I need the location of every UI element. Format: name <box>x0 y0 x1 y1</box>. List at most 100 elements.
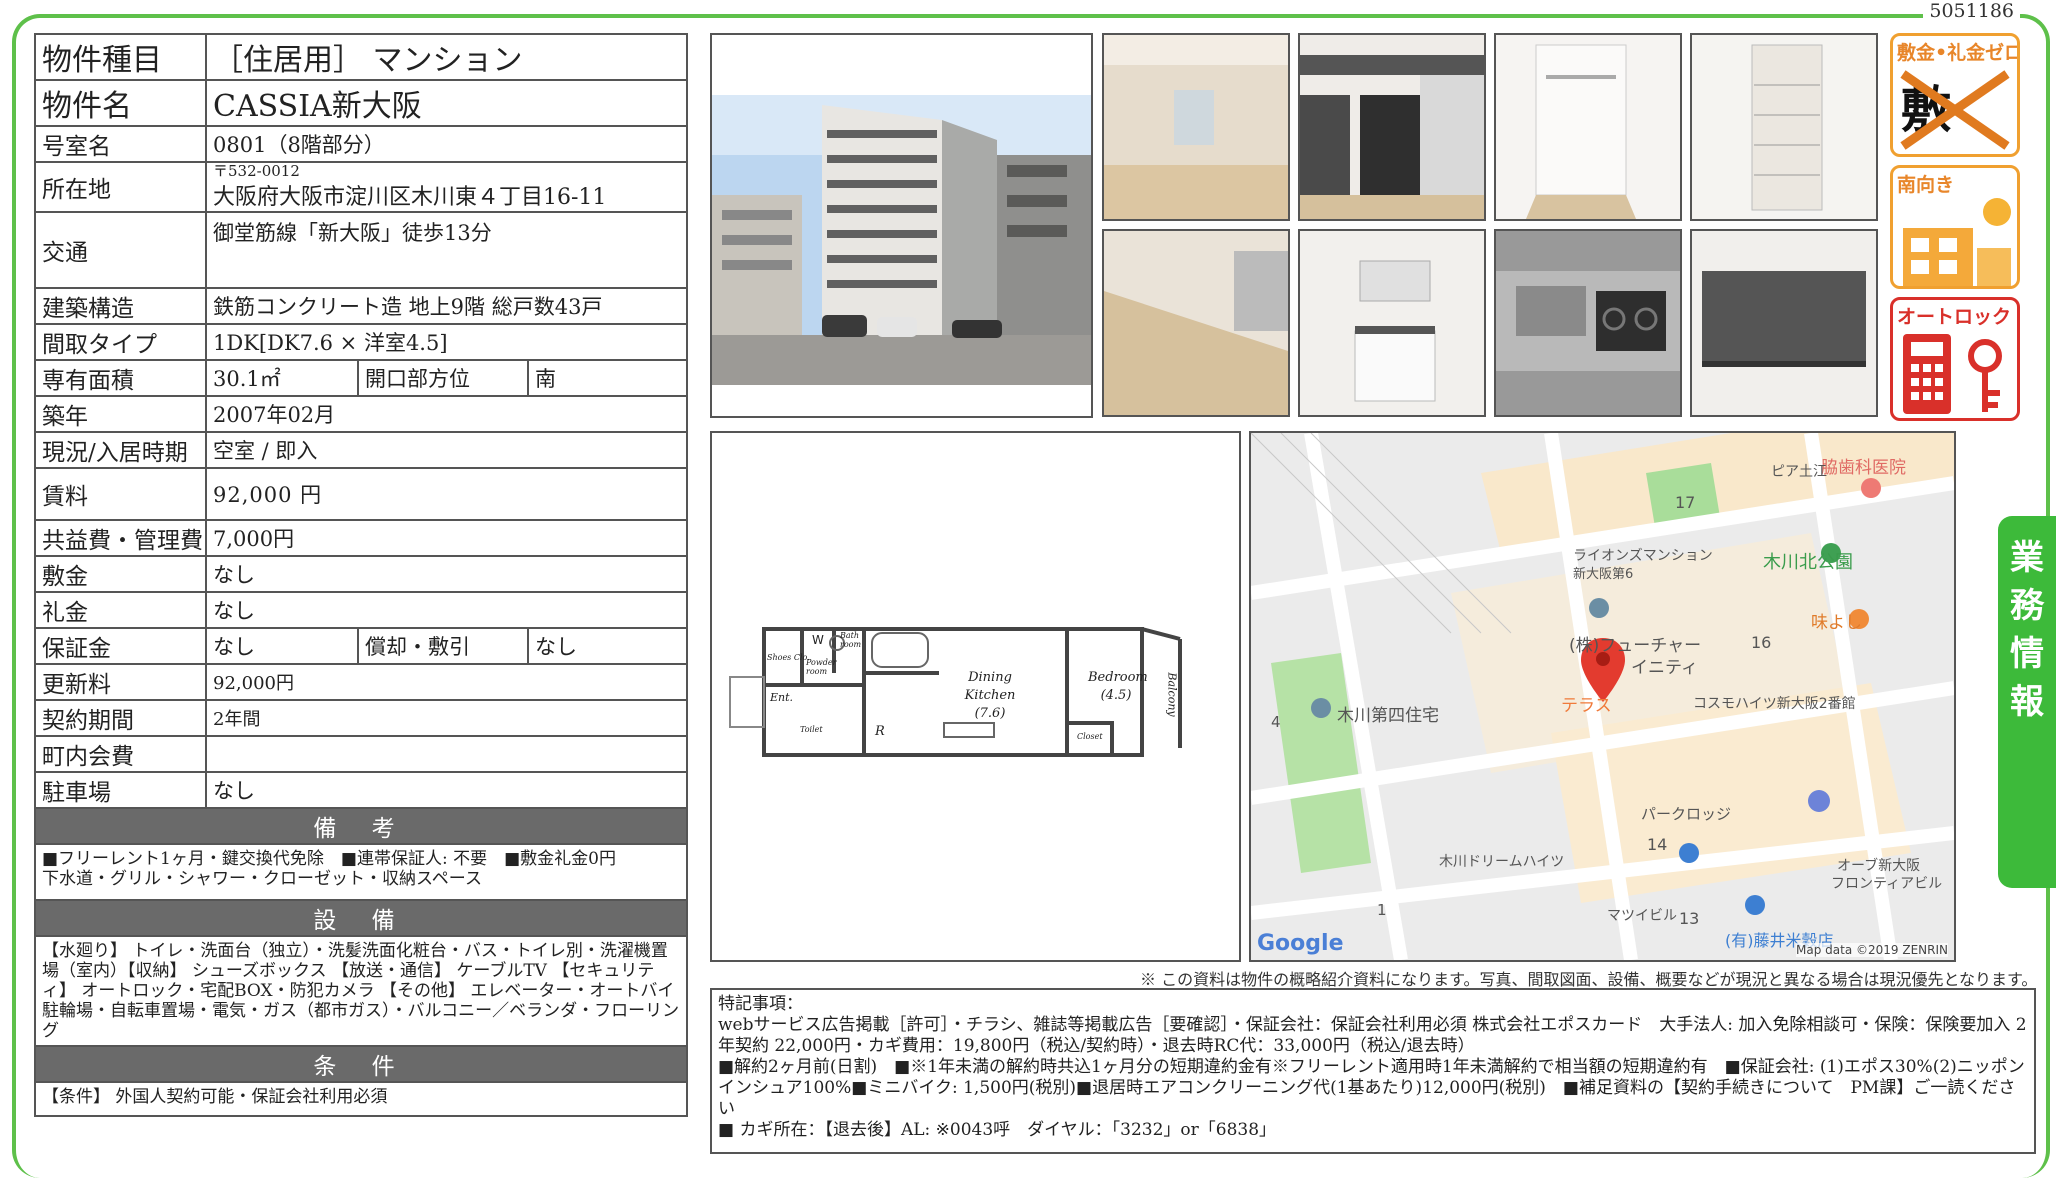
interior-photo-kitchen <box>1298 33 1486 221</box>
fee-label: 共益費・管理費 <box>34 519 207 557</box>
deposit-value: なし <box>204 555 689 593</box>
map-label-frontier: フロンティアビル <box>1831 876 1943 892</box>
rent-value: 92,000 円 <box>204 467 689 521</box>
floorplan-balcony: Balcony <box>1165 672 1179 717</box>
key-money-label: 礼金 <box>34 591 207 629</box>
floorplan-toilet: Toilet <box>800 725 823 734</box>
guarantee-value: なし <box>205 627 359 665</box>
type-value: ［住居用］ マンション <box>204 33 689 81</box>
name-label: 物件名 <box>34 79 207 127</box>
location-map[interactable]: 脇歯科医院 ピア土江 17 ライオンズマンション 新大阪第6 木川北公園 味よし… <box>1249 431 1956 962</box>
conditions-header: 条 件 <box>33 1045 689 1083</box>
badge-auto-lock: オートロック <box>1890 297 2020 421</box>
map-label-dreamheights: 木川ドリームハイツ <box>1439 854 1565 870</box>
amortization-label: 償却・敷引 <box>357 627 529 665</box>
layout-value: 1DK[DK7.6 × 洋室4.5] <box>204 323 689 361</box>
fee-value: 7,000円 <box>204 519 689 557</box>
map-label-13: 13 <box>1679 909 1700 928</box>
direction-value: 南 <box>526 359 689 397</box>
floorplan-ent: Ent. <box>770 691 794 704</box>
term-value: 2年間 <box>204 699 689 737</box>
special-notes-title: 特記事項： <box>718 994 803 1014</box>
status-label: 現況/入居時期 <box>34 431 207 469</box>
interior-photo-closet <box>1494 33 1682 221</box>
map-label-park: 木川北公園 <box>1763 552 1853 573</box>
tab-char-4: 報 <box>2010 682 2044 722</box>
floor-plan: W Bath room Powder room Shoes Clo. Ent. … <box>710 431 1241 962</box>
tab-char-1: 業 <box>2010 538 2044 578</box>
remarks-header: 備 考 <box>33 807 689 845</box>
disclaimer-notice: ※ この資料は物件の概略紹介資料になります。写真、間取図面、設備、概要などが現況… <box>1140 970 2038 989</box>
map-label-lions: ライオンズマンション <box>1573 548 1713 564</box>
map-attribution: Map data ©2019 ZENRIN <box>1796 943 1948 957</box>
room-label: 号室名 <box>34 125 207 163</box>
map-label-4: 4 <box>1271 713 1281 731</box>
floorplan-shoes: Shoes Clo. <box>767 653 810 662</box>
google-logo: Google <box>1257 931 1344 956</box>
special-notes-line-2: ■解約2ヶ月前(日割) ■※1年未満の解約時共込1ヶ月分の短期違約金有※フリーレ… <box>718 1057 2025 1119</box>
town-fee-label: 町内会費 <box>34 735 207 773</box>
structure-value: 鉄筋コンクリート造 地上9階 総戸数43戸 <box>204 287 689 325</box>
special-notes-line-1: webサービス広告掲載［許可］・チラシ、雑誌等掲載広告［要確認］・保証会社：保証… <box>718 1015 2027 1056</box>
area-label: 専有面積 <box>34 359 207 397</box>
key-money-value: なし <box>204 591 689 629</box>
map-label-dental: 脇歯科医院 <box>1821 458 1906 478</box>
interior-photo-kitchen-wide <box>1298 229 1486 417</box>
map-label-orb: オーブ新大阪 <box>1837 858 1921 874</box>
tab-char-3: 情 <box>2010 634 2044 674</box>
building-photo <box>710 33 1093 418</box>
structure-label: 建築構造 <box>34 287 207 325</box>
map-label-terrace: テラス <box>1561 696 1612 716</box>
map-label-16: 16 <box>1751 633 1772 652</box>
interior-photo-stove <box>1494 229 1682 417</box>
rent-label: 賃料 <box>34 467 207 521</box>
direction-label: 開口部方位 <box>357 359 529 397</box>
document-id: 5051186 <box>1923 0 2020 22</box>
map-label-kikawa4: 木川第四住宅 <box>1337 706 1439 726</box>
map-label-piadoe: ピア土江 <box>1771 464 1827 480</box>
interior-photo-hood <box>1690 229 1878 417</box>
floorplan-closet: Closet <box>1077 732 1103 741</box>
location-value: 〒532-0012 大阪府大阪市淀川区木川東４丁目16-11 <box>204 161 689 213</box>
type-label: 物件種目 <box>34 33 207 81</box>
term-label: 契約期間 <box>34 699 207 737</box>
floorplan-powder: Powder room <box>806 658 837 676</box>
interior-photo-shoebox <box>1690 33 1878 221</box>
floorplan-r: R <box>875 724 885 739</box>
area-value: 30.1㎡ <box>205 359 359 397</box>
property-spec-table: 物件種目 ［住居用］ マンション 物件名 CASSIA新大阪 号室名 0801（8階部… <box>33 33 689 1117</box>
map-label-parklodge: パークロッジ <box>1641 805 1732 823</box>
map-label-matsui: マツイビル <box>1607 908 1677 924</box>
special-notes: 特記事項： webサービス広告掲載［許可］・チラシ、雑誌等掲載広告［要確認］・保… <box>710 988 2036 1154</box>
renewal-label: 更新料 <box>34 663 207 701</box>
interior-photo-room <box>1102 229 1290 417</box>
map-label-1: 1 <box>1377 901 1387 919</box>
status-value: 空室 / 即入 <box>204 431 689 469</box>
map-label-lions2: 新大阪第6 <box>1573 567 1634 582</box>
conditions-body: 【条件】 外国人契約可能・保証会社利用必須 <box>33 1081 689 1117</box>
deposit-label: 敷金 <box>34 555 207 593</box>
location-label: 所在地 <box>34 161 207 213</box>
built-year-label: 築年 <box>34 395 207 433</box>
guarantee-label: 保証金 <box>34 627 207 665</box>
sun-house-icon <box>1903 198 2011 286</box>
address: 大阪府大阪市淀川区木川東４丁目16-11 <box>213 185 607 210</box>
tab-char-2: 務 <box>2010 586 2044 626</box>
badge-no-deposit: 敷金•礼金ゼロ 敷 礼 <box>1890 33 2020 157</box>
floorplan-bath: Bath room <box>840 631 862 649</box>
interior-photo-living <box>1102 33 1290 221</box>
access-value: 御堂筋線「新大阪」徒歩13分 <box>204 211 689 289</box>
map-label-14: 14 <box>1647 835 1668 854</box>
equipment-body: 【水廻り】 トイレ・洗面台（独立）・洗髪洗面化粧台・バス・トイレ別・洗濯機置場（… <box>33 935 689 1047</box>
floorplan-dk: Dining Kitchen (7.6) <box>964 670 1016 721</box>
map-label-17: 17 <box>1675 493 1696 512</box>
layout-label: 間取タイプ <box>34 323 207 361</box>
remarks-body: ■フリーレント1ヶ月・鍵交換代免除 ■連帯保証人: 不要 ■敷金礼金0円 下水道… <box>33 843 689 901</box>
parking-label: 駐車場 <box>34 771 207 809</box>
floorplan-w: W <box>812 633 824 647</box>
equipment-header: 設 備 <box>33 899 689 937</box>
business-info-tab[interactable]: 業 務 情 報 <box>1998 516 2056 888</box>
room-value: 0801（8階部分） <box>204 125 689 163</box>
map-label-infinity: イニティ <box>1631 658 1698 678</box>
floorplan-bedroom: Bedroom (4.5) <box>1088 670 1148 703</box>
